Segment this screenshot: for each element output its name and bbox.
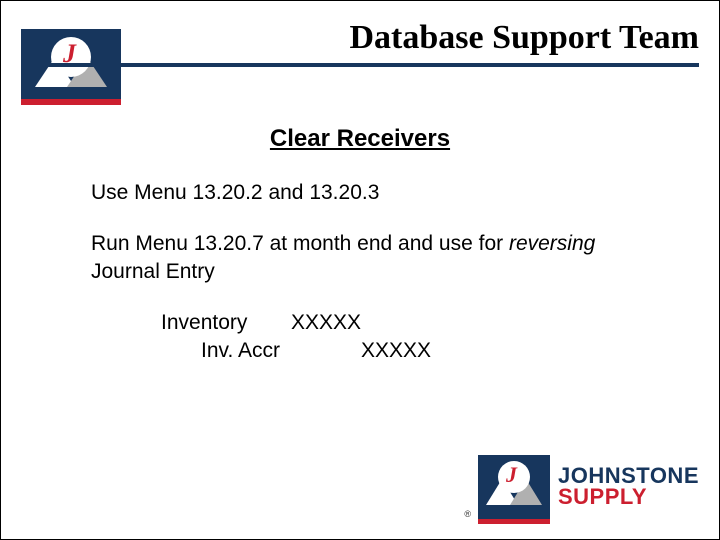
logo-red-bar-icon (21, 99, 121, 105)
instruction-line-2b: Journal Entry (91, 260, 215, 283)
footer-red-bar-icon (478, 519, 550, 524)
slide-content: Clear Receivers Use Menu 13.20.2 and 13.… (1, 111, 719, 366)
page-title: Database Support Team (349, 19, 699, 57)
footer-logo-letter: J (506, 462, 517, 488)
footer-logo-mark: J (478, 455, 550, 519)
instruction-line-1: Use Menu 13.20.2 and 13.20.3 (91, 179, 629, 206)
je-debit-amount: XXXXX (291, 309, 411, 337)
je-credit-amount: XXXXX (361, 337, 431, 365)
header-divider (21, 63, 699, 67)
johnstone-logo-footer: J JOHNSTONE SUPPLY (478, 455, 699, 519)
je-row-credit: Inv. Accr XXXXX (161, 337, 629, 365)
je-debit-label: Inventory (161, 309, 291, 337)
footer-logo-text: JOHNSTONE SUPPLY (558, 466, 699, 508)
instruction-line-2: Run Menu 13.20.7 at month end and use fo… (91, 230, 629, 285)
johnstone-logo-small: J (21, 29, 121, 107)
je-row-debit: Inventory XXXXX (161, 309, 629, 337)
je-credit-label: Inv. Accr (161, 337, 361, 365)
footer-brand-line2: SUPPLY (558, 487, 699, 508)
registered-mark: ® (464, 509, 471, 519)
section-subtitle: Clear Receivers (91, 125, 629, 153)
slide-header: J Database Support Team (1, 1, 719, 111)
instruction-line-2-em: reversing (509, 232, 595, 255)
instruction-line-2a: Run Menu 13.20.7 at month end and use fo… (91, 232, 509, 255)
journal-entry-block: Inventory XXXXX Inv. Accr XXXXX (161, 309, 629, 366)
